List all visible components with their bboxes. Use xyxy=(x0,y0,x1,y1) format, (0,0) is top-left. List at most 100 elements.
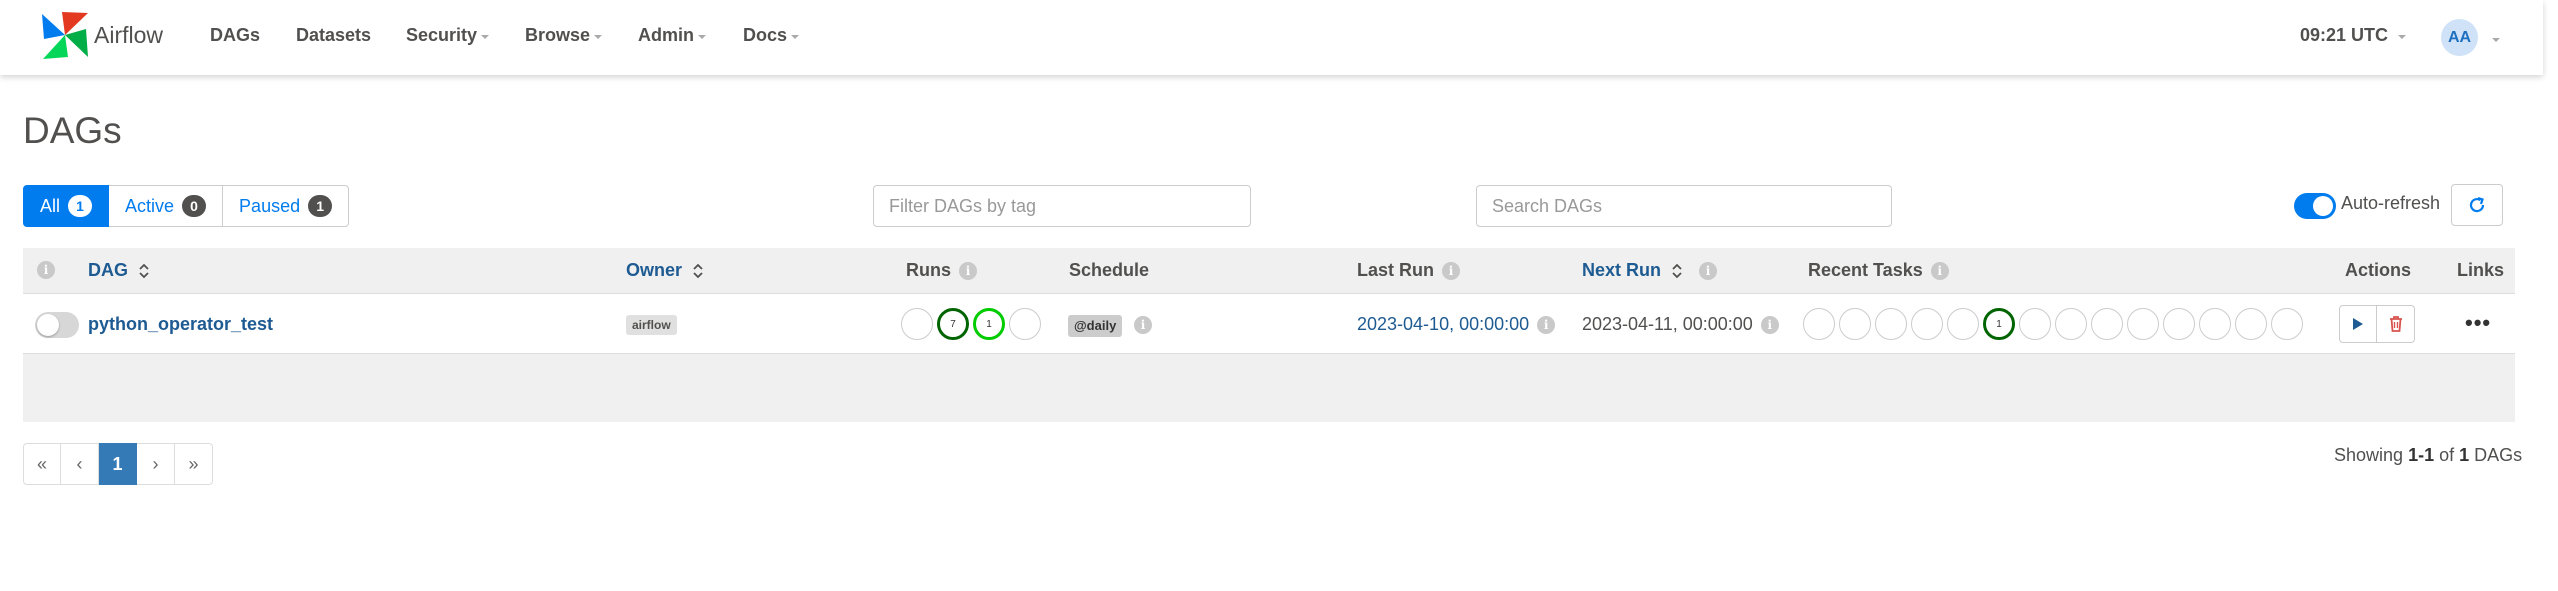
run-state-queued[interactable] xyxy=(901,308,933,340)
column-next-run-label: Next Run xyxy=(1582,260,1662,280)
task-state-circle[interactable] xyxy=(1911,308,1943,340)
task-state-circle[interactable] xyxy=(2271,308,2303,340)
nav-admin[interactable]: Admin xyxy=(638,25,706,46)
showing-summary: Showing 1-1 of 1 DAGs xyxy=(2334,445,2522,466)
clock-time: 09:21 UTC xyxy=(2300,25,2389,45)
toggle-knob xyxy=(37,314,59,336)
column-links-label: Links xyxy=(2457,260,2505,280)
filter-all-button[interactable]: All 1 xyxy=(23,185,110,227)
page-last-button[interactable]: » xyxy=(175,443,213,485)
info-icon[interactable]: i xyxy=(1537,315,1556,334)
last-run-cell: 2023-04-10, 00:00:00 i xyxy=(1357,314,1556,335)
refresh-button[interactable] xyxy=(2451,184,2503,226)
run-state-running[interactable]: 1 xyxy=(973,308,1005,340)
sort-icon xyxy=(1672,263,1682,278)
nav-datasets[interactable]: Datasets xyxy=(296,25,371,46)
task-state-circle[interactable] xyxy=(1839,308,1871,340)
task-state-circle[interactable] xyxy=(1875,308,1907,340)
next-run-cell: 2023-04-11, 00:00:00 i xyxy=(1582,314,1779,335)
table-header: i DAG Owner Runs i Schedule Last Run i N… xyxy=(23,248,2515,294)
info-icon[interactable]: i xyxy=(37,261,55,279)
column-links: Links xyxy=(2457,260,2504,281)
search-input[interactable] xyxy=(1476,185,1892,227)
page-prev-button[interactable]: ‹ xyxy=(61,443,99,485)
last-run-link[interactable]: 2023-04-10, 00:00:00 xyxy=(1357,314,1529,335)
task-state-circle[interactable] xyxy=(1947,308,1979,340)
showing-of: of xyxy=(2439,445,2455,465)
dag-pause-toggle[interactable] xyxy=(35,312,79,338)
info-icon[interactable]: i xyxy=(1930,261,1949,280)
column-runs: Runs i xyxy=(906,260,977,281)
filter-active-button[interactable]: Active 0 xyxy=(109,185,224,227)
run-state-success[interactable]: 7 xyxy=(937,308,969,340)
task-state-circle[interactable] xyxy=(2163,308,2195,340)
auto-refresh-label: Auto-refresh xyxy=(2341,193,2441,213)
column-last-run-label: Last Run xyxy=(1357,260,1435,280)
task-state-circle[interactable] xyxy=(2199,308,2231,340)
nav-security[interactable]: Security xyxy=(406,25,490,46)
filter-paused-label: Paused xyxy=(239,195,301,216)
nav-dags[interactable]: DAGs xyxy=(210,25,260,46)
column-owner[interactable]: Owner xyxy=(626,260,704,281)
nav-datasets-label: Datasets xyxy=(296,25,372,45)
dag-id-link[interactable]: python_operator_test xyxy=(88,314,273,335)
pagination: « ‹ 1 › » xyxy=(23,443,213,485)
column-schedule-label: Schedule xyxy=(1069,260,1150,280)
info-icon[interactable]: i xyxy=(1760,315,1779,334)
column-dag[interactable]: DAG xyxy=(88,260,150,281)
column-next-run[interactable]: Next Run i xyxy=(1582,260,1718,281)
page-title: DAGs xyxy=(23,110,122,151)
run-state-failed[interactable] xyxy=(1009,308,1041,340)
task-state-circle[interactable] xyxy=(2235,308,2267,340)
task-state-success[interactable]: 1 xyxy=(1983,308,2015,340)
filter-paused-button[interactable]: Paused 1 xyxy=(223,185,350,227)
user-avatar[interactable]: AA xyxy=(2441,19,2478,56)
trigger-dag-button[interactable] xyxy=(2339,305,2377,343)
chevron-down-icon[interactable] xyxy=(2492,38,2500,42)
filter-all-count: 1 xyxy=(68,195,93,217)
column-recent-tasks: Recent Tasks i xyxy=(1808,260,1949,281)
column-actions: Actions xyxy=(2345,260,2411,281)
showing-suffix: DAGs xyxy=(2474,445,2523,465)
nav-browse[interactable]: Browse xyxy=(525,25,603,46)
column-last-run: Last Run i xyxy=(1357,260,1461,281)
schedule-tag[interactable]: @daily xyxy=(1068,315,1123,337)
sort-icon xyxy=(693,263,703,278)
showing-prefix: Showing xyxy=(2334,445,2404,465)
task-state-circle[interactable] xyxy=(2091,308,2123,340)
info-icon[interactable]: i xyxy=(1442,261,1461,280)
page-first-button[interactable]: « xyxy=(23,443,61,485)
filter-all-label: All xyxy=(40,195,61,216)
info-icon[interactable]: i xyxy=(1134,316,1152,334)
chevron-down-icon xyxy=(698,34,706,39)
filter-active-label: Active xyxy=(125,195,175,216)
top-navbar: Airflow DAGs Datasets Security Browse Ad… xyxy=(0,0,2543,75)
trash-icon xyxy=(2389,316,2402,332)
task-state-circle[interactable] xyxy=(2055,308,2087,340)
more-links-icon[interactable]: ••• xyxy=(2465,310,2491,336)
auto-refresh-toggle[interactable] xyxy=(2294,193,2336,219)
page-current-button[interactable]: 1 xyxy=(99,443,137,485)
chevron-down-icon xyxy=(481,34,490,39)
nav-dags-label: DAGs xyxy=(210,25,261,45)
chevron-down-icon xyxy=(2398,34,2407,39)
nav-admin-label: Admin xyxy=(638,25,694,45)
tag-filter-input[interactable] xyxy=(873,185,1251,227)
task-state-circle[interactable] xyxy=(2127,308,2159,340)
brand-link[interactable]: Airflow xyxy=(40,9,163,61)
brand-name: Airflow xyxy=(94,21,164,48)
owner-tag[interactable]: airflow xyxy=(626,315,677,335)
task-state-circle[interactable] xyxy=(1803,308,1835,340)
task-state-circle[interactable] xyxy=(2019,308,2051,340)
utc-clock[interactable]: 09:21 UTC xyxy=(2300,25,2407,46)
nav-docs[interactable]: Docs xyxy=(743,25,800,46)
column-actions-label: Actions xyxy=(2345,260,2412,280)
info-icon[interactable]: i xyxy=(959,261,977,280)
nav-security-label: Security xyxy=(406,25,478,45)
column-recent-tasks-label: Recent Tasks xyxy=(1808,260,1923,280)
page-next-button[interactable]: › xyxy=(137,443,175,485)
column-schedule: Schedule xyxy=(1069,260,1149,281)
info-icon[interactable]: i xyxy=(1699,261,1718,280)
actions-group xyxy=(2339,305,2415,343)
delete-dag-button[interactable] xyxy=(2377,305,2415,343)
